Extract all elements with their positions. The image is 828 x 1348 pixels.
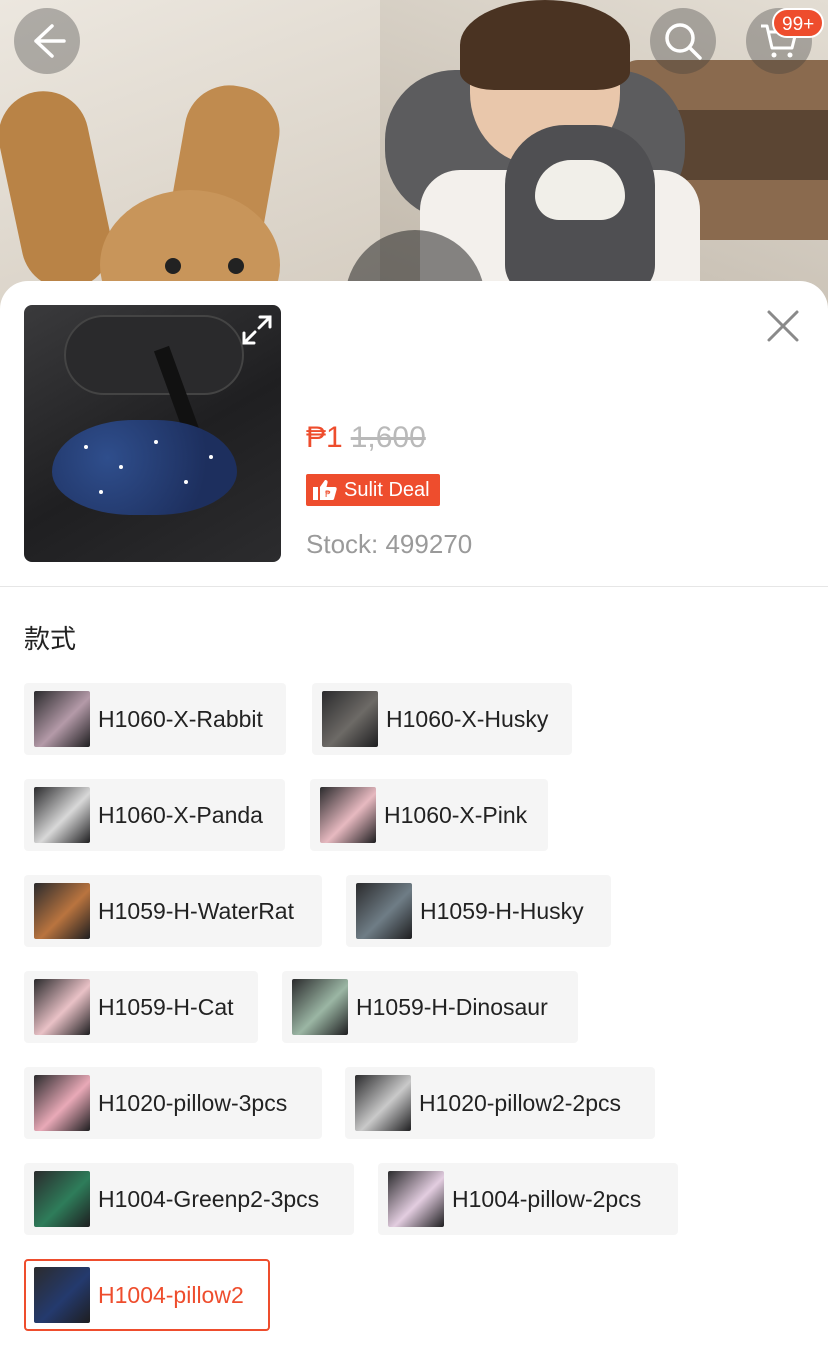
current-price: ₱1 [306, 421, 343, 454]
variation-thumbnail [320, 787, 376, 843]
variation-option[interactable]: H1059-H-Cat [24, 971, 258, 1043]
variation-option[interactable]: H1020-pillow2-2pcs [345, 1067, 655, 1139]
variation-thumbnail [34, 691, 90, 747]
variation-option[interactable]: H1060-X-Rabbit [24, 683, 286, 755]
variation-thumbnail [292, 979, 348, 1035]
variation-label: H1060-X-Rabbit [98, 705, 263, 732]
variation-label: H1004-pillow2 [98, 1281, 244, 1308]
variation-option[interactable]: H1020-pillow-3pcs [24, 1067, 322, 1139]
stock-count: Stock: 499270 [306, 529, 473, 559]
close-icon[interactable] [760, 303, 806, 349]
variation-label: H1060-X-Husky [386, 705, 549, 732]
variation-label: H1060-X-Panda [98, 801, 263, 828]
divider [0, 586, 828, 587]
variation-option[interactable]: H1004-pillow-2pcs [378, 1163, 678, 1235]
variation-thumbnail [34, 1171, 90, 1227]
back-button[interactable] [14, 8, 80, 74]
variation-thumbnail [388, 1171, 444, 1227]
variation-thumbnail [34, 1075, 90, 1131]
search-icon [665, 23, 702, 60]
variation-label: H1004-Greenp2-3pcs [98, 1185, 320, 1212]
variation-thumbnail [34, 1267, 90, 1323]
search-button[interactable] [650, 8, 716, 74]
variation-thumbnail [355, 1075, 411, 1131]
variation-label: H1059-H-Husky [420, 897, 584, 924]
product-thumbnail[interactable] [24, 305, 281, 562]
variation-thumbnail [322, 691, 378, 747]
variation-option[interactable]: H1059-H-Husky [346, 875, 611, 947]
back-arrow-icon [34, 24, 66, 58]
expand-icon[interactable] [240, 313, 274, 347]
variation-option[interactable]: H1004-pillow2 [24, 1259, 270, 1331]
variation-section-title: 款式 [24, 624, 77, 654]
variation-thumbnail [34, 787, 90, 843]
variation-label: H1020-pillow-3pcs [98, 1089, 288, 1116]
variation-label: H1060-X-Pink [384, 801, 528, 828]
variation-label: H1059-H-WaterRat [98, 897, 294, 924]
variation-thumbnail [34, 883, 90, 939]
sulit-deal-badge: ₱ Sulit Deal [306, 474, 440, 506]
price-row: ₱1 1,600 [306, 421, 426, 455]
variation-option[interactable]: H1004-Greenp2-3pcs [24, 1163, 354, 1235]
deal-label: Sulit Deal [344, 478, 430, 501]
variation-option[interactable]: H1059-H-Dinosaur [282, 971, 578, 1043]
variation-label: H1059-H-Cat [98, 993, 234, 1020]
variation-thumbnail [356, 883, 412, 939]
variation-option[interactable]: H1060-X-Pink [310, 779, 548, 851]
variation-label: H1004-pillow-2pcs [452, 1185, 642, 1212]
variation-thumbnail [34, 979, 90, 1035]
variation-bottom-sheet: ₱1 1,600 ₱ Sulit Deal Stock: 499270 款式 H… [0, 281, 828, 1348]
variation-option[interactable]: H1060-X-Panda [24, 779, 285, 851]
variation-label: H1020-pillow2-2pcs [419, 1089, 621, 1116]
variation-option[interactable]: H1059-H-WaterRat [24, 875, 322, 947]
svg-text:₱: ₱ [325, 490, 331, 500]
cart-count-badge: 99+ [772, 8, 825, 38]
variation-label: H1059-H-Dinosaur [356, 993, 548, 1020]
original-price: 1,600 [350, 421, 426, 454]
variation-option[interactable]: H1060-X-Husky [312, 683, 572, 755]
thumbs-up-peso-icon: ₱ [313, 480, 337, 500]
